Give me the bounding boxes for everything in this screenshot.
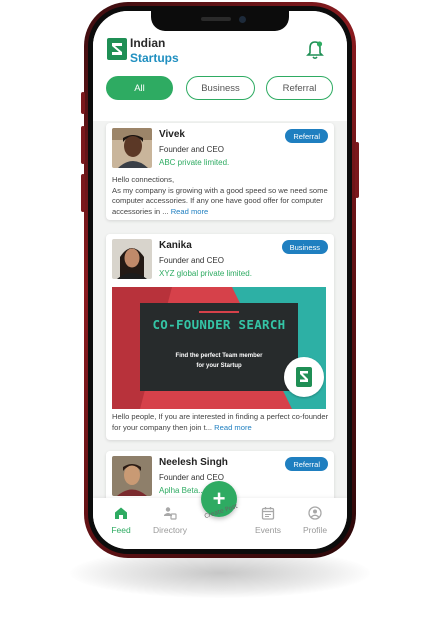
poster-company[interactable]: ABC private limited. xyxy=(159,158,229,167)
app-screen: Indian Startups All Business Referral Vi… xyxy=(93,11,347,549)
notch xyxy=(151,11,289,31)
poster-role: Founder and CEO xyxy=(159,256,224,265)
post-tag-badge: Referral xyxy=(285,457,328,471)
volume-down-button xyxy=(81,174,85,212)
calendar-icon xyxy=(261,507,275,520)
poster-role: Founder and CEO xyxy=(159,145,224,154)
banner-accent-line xyxy=(199,311,239,313)
brand-name-line1: Indian xyxy=(130,36,166,50)
filter-chip-referral[interactable]: Referral xyxy=(266,76,333,100)
nav-label-profile: Profile xyxy=(302,525,328,535)
poster-company[interactable]: Aplha Beta... xyxy=(159,486,205,495)
banner-subtitle-line2: for your Startup xyxy=(196,363,242,369)
post-tag-badge: Business xyxy=(281,240,328,254)
speaker xyxy=(201,17,231,21)
mute-switch xyxy=(81,92,85,114)
banner-logo-icon xyxy=(284,357,324,397)
filter-chip-all[interactable]: All xyxy=(106,76,173,100)
post-text: Hello connections, As my company is grow… xyxy=(112,175,330,217)
banner-title: CO-FOUNDER SEARCH xyxy=(152,317,286,332)
banner-subtitle-line1: Find the perfect Team member xyxy=(175,353,263,359)
poster-name[interactable]: Neelesh Singh xyxy=(159,457,228,468)
poster-name[interactable]: Vivek xyxy=(159,129,185,140)
app-logo-icon xyxy=(107,38,127,60)
avatar[interactable] xyxy=(112,128,152,168)
front-camera xyxy=(239,16,246,23)
directory-icon xyxy=(164,507,177,520)
read-more-link[interactable]: Read more xyxy=(171,207,209,216)
poster-company[interactable]: XYZ global private limited. xyxy=(159,269,252,278)
avatar[interactable] xyxy=(112,456,152,496)
post-image-banner[interactable]: CO-FOUNDER SEARCH Find the perfect Team … xyxy=(112,287,326,409)
volume-up-button xyxy=(81,126,85,164)
post-body: Hello connections, As my company is grow… xyxy=(112,175,328,216)
nav-label-events: Events xyxy=(255,525,281,535)
filter-chip-business[interactable]: Business xyxy=(186,76,255,100)
nav-label-feed: Feed xyxy=(111,525,131,535)
post-tag-badge: Referral xyxy=(285,129,328,143)
notification-bell-icon[interactable] xyxy=(305,39,325,61)
nav-label-directory: Directory xyxy=(152,525,187,535)
post-card[interactable]: Vivek Founder and CEO ABC private limite… xyxy=(106,123,334,220)
avatar[interactable] xyxy=(112,239,152,279)
profile-icon xyxy=(308,506,322,520)
read-more-link[interactable]: Read more xyxy=(214,423,252,432)
poster-name[interactable]: Kanika xyxy=(159,240,192,251)
home-icon xyxy=(115,507,127,519)
power-button xyxy=(355,142,359,198)
brand-name-line2: Startups xyxy=(130,51,179,65)
post-card[interactable]: Kanika Founder and CEO XYZ global privat… xyxy=(106,234,334,440)
banner-panel: CO-FOUNDER SEARCH Find the perfect Team … xyxy=(140,303,298,391)
post-text: Hello people, If you are interested in f… xyxy=(112,412,330,433)
